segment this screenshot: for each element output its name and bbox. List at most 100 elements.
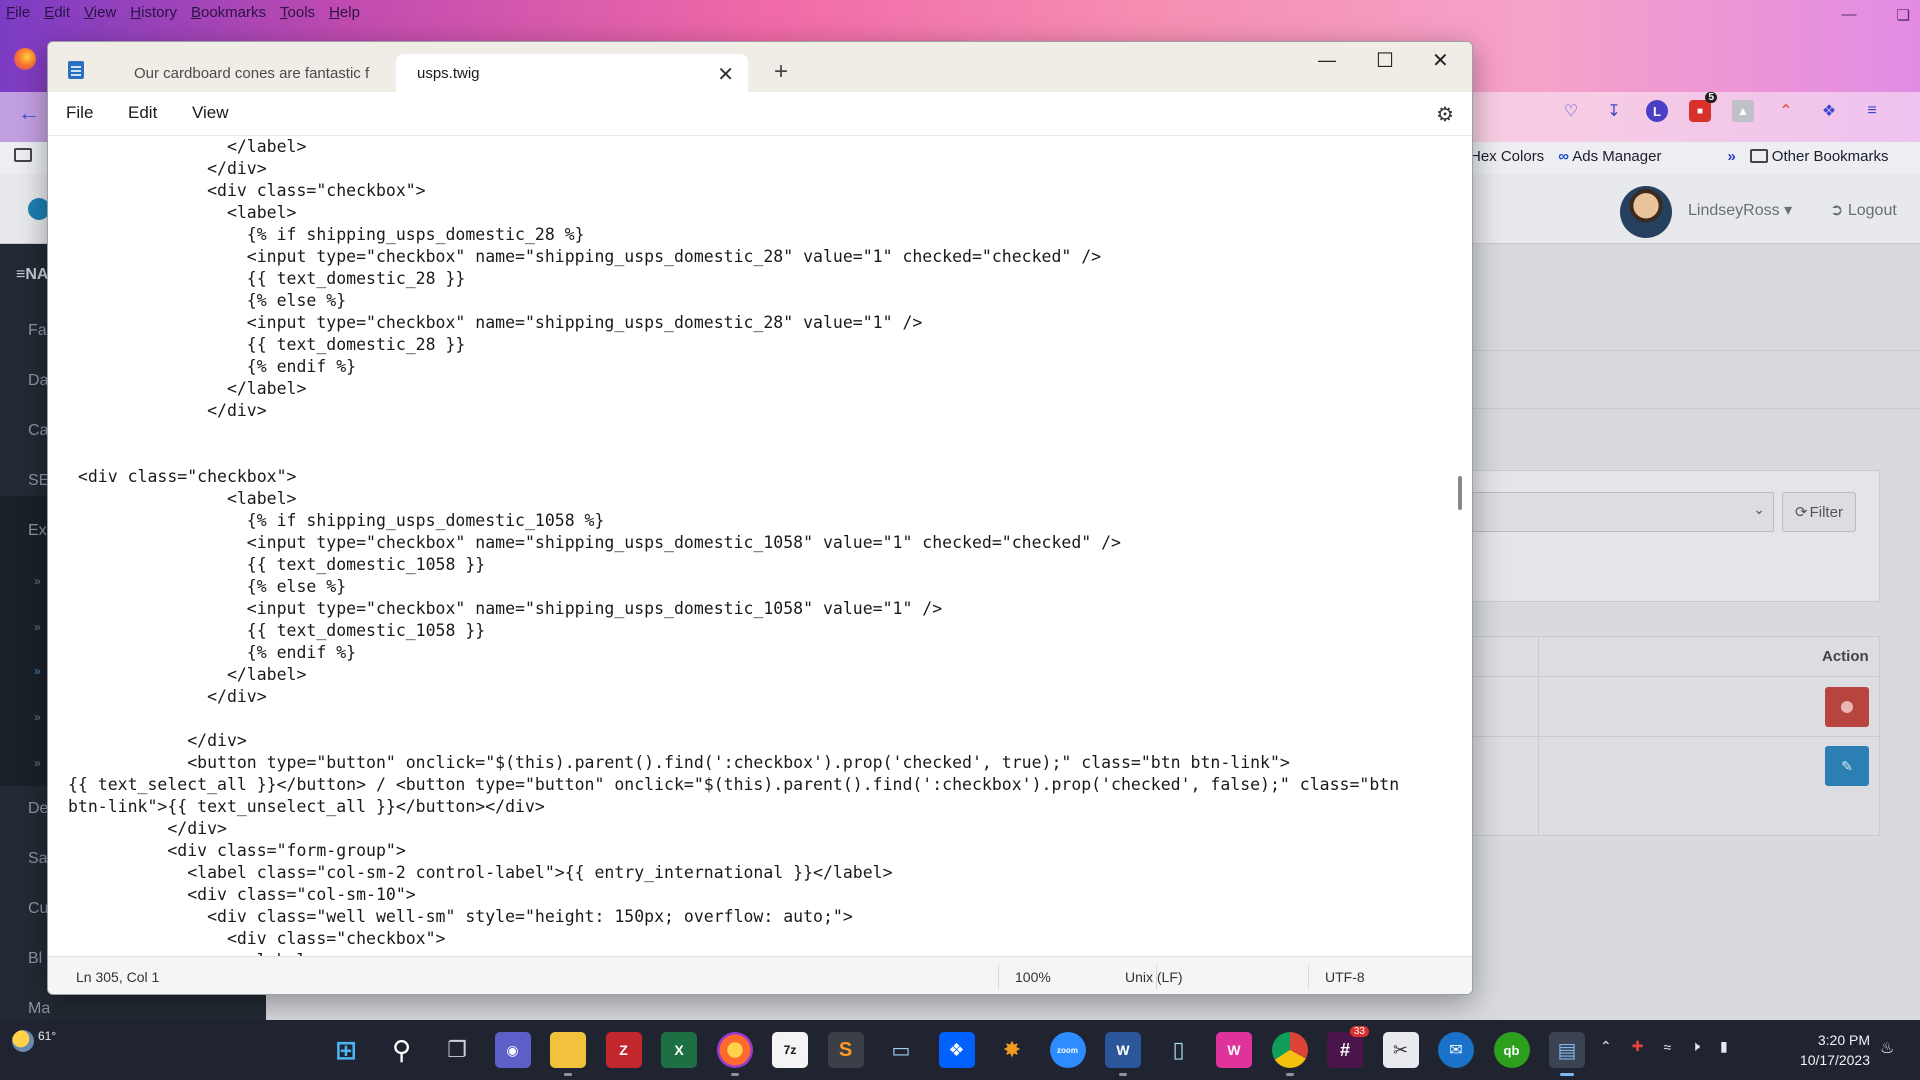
zoom-icon[interactable]: zoom (1049, 1032, 1086, 1068)
sidebar-item[interactable]: De (28, 800, 48, 818)
gimp-icon[interactable]: ✸ (994, 1032, 1030, 1068)
notepad-icon[interactable]: ▤ (1549, 1032, 1585, 1076)
firefox-menu-history[interactable]: History (130, 4, 177, 21)
firefox-icon[interactable] (716, 1032, 753, 1076)
volume-icon[interactable]: 🕨 (1691, 1038, 1700, 1055)
status-divider (998, 965, 999, 989)
sidebar-item[interactable]: Ma (28, 1000, 50, 1018)
vertical-scrollbar-thumb[interactable] (1458, 476, 1462, 510)
sidebar-item[interactable]: Da (28, 372, 48, 390)
firefox-menu-tools[interactable]: Tools (280, 4, 315, 21)
clock[interactable]: 3:20 PM 10/17/2023 (1780, 1030, 1870, 1070)
bookmark-hex-colors[interactable]: Hex Colors (1470, 148, 1544, 165)
settings-gear-icon[interactable]: ⚙ (1436, 102, 1454, 127)
firefox-minimize-icon[interactable]: — (1842, 6, 1857, 24)
firefox-menu-edit[interactable]: Edit (44, 4, 70, 21)
avatar[interactable] (1620, 186, 1672, 238)
logout-link[interactable]: ➲ Logout (1830, 200, 1897, 220)
firefox-menu-file[interactable]: File (6, 4, 30, 21)
code-line: {{ text_domestic_28 }} (68, 335, 466, 354)
hamburger-menu-icon[interactable]: ≡ (1861, 100, 1883, 122)
card-app-icon[interactable]: ▭ (883, 1032, 919, 1068)
sidebar-item[interactable]: Cu (28, 900, 48, 918)
chrome-icon[interactable] (1271, 1032, 1308, 1076)
dropbox-icon[interactable]: ❖ (938, 1032, 975, 1068)
filter-button[interactable]: ⟳ Filter (1782, 492, 1856, 532)
firefox-menu-bookmarks[interactable]: Bookmarks (191, 4, 266, 21)
firefox-menu-view[interactable]: View (84, 4, 116, 21)
tab-unsaved-document[interactable]: Our cardboard cones are fantastic f (114, 54, 444, 92)
firefox-restore-icon[interactable]: ❏ (1897, 6, 1910, 24)
teams-chat-icon[interactable]: ◉ (494, 1032, 531, 1068)
search-icon[interactable]: ⚲ (384, 1032, 420, 1068)
tab-usps-twig[interactable]: usps.twig ✕ (396, 54, 748, 92)
word-icon[interactable]: W (1105, 1032, 1141, 1076)
notes-app-icon[interactable]: ▯ (1161, 1032, 1197, 1068)
sidebar-subitem-chevron-icon[interactable]: » (34, 620, 41, 634)
sidebar-item[interactable]: Fa (28, 322, 47, 340)
sidebar-subitem-chevron-icon[interactable]: » (34, 574, 41, 588)
minimize-icon[interactable]: — (1318, 50, 1336, 71)
battery-icon[interactable]: ▮ (1720, 1038, 1728, 1055)
sidebar-item[interactable]: Ex (28, 522, 47, 540)
windows-start-icon[interactable]: ⊞ (328, 1032, 364, 1068)
security-icon[interactable]: ✚ (1632, 1038, 1644, 1055)
thunderbird-icon[interactable]: ✉ (1438, 1032, 1474, 1068)
sidebar-subitem-chevron-icon[interactable]: » (34, 710, 41, 724)
close-tab-icon[interactable]: ✕ (717, 62, 734, 87)
sublime-text-icon[interactable]: S (827, 1032, 864, 1068)
bookmarks-overflow-icon[interactable]: » (1727, 148, 1735, 165)
cursor-position: Ln 305, Col 1 (76, 969, 160, 985)
code-text[interactable]: </label> </div> <div class="checkbox"> <… (68, 136, 1399, 956)
new-tab-plus-icon[interactable]: + (774, 58, 788, 86)
maximize-icon[interactable]: ☐ (1376, 48, 1394, 73)
back-arrow-icon[interactable]: ← (18, 100, 40, 126)
notepad-window: Our cardboard cones are fantastic f usps… (47, 41, 1473, 995)
code-line: <input type="checkbox" name="shipping_us… (68, 599, 943, 618)
file-explorer-icon[interactable] (550, 1032, 586, 1076)
close-window-icon[interactable]: ✕ (1432, 48, 1449, 73)
pocket-icon[interactable]: ♡ (1560, 100, 1582, 122)
todo-extension-icon[interactable]: ■ 5 (1689, 92, 1717, 122)
sidebar-item[interactable]: Ca (28, 422, 48, 440)
7zip-icon[interactable]: 7z (772, 1032, 808, 1068)
text-editor-area[interactable]: </label> </div> <div class="checkbox"> <… (48, 136, 1472, 956)
menu-view[interactable]: View (192, 103, 229, 123)
zoom-level[interactable]: 100% (1015, 969, 1051, 985)
sidebar-item[interactable]: Bl (28, 950, 42, 968)
wampserver-icon[interactable]: W (1216, 1032, 1252, 1068)
download-icon[interactable]: ↧ (1603, 100, 1625, 122)
snipping-tool-icon[interactable]: ✂ (1382, 1032, 1419, 1068)
wifi-icon[interactable]: ≈ (1663, 1039, 1671, 1055)
encoding[interactable]: UTF-8 (1325, 969, 1365, 985)
sidebar-nav-title[interactable]: ≡NA (16, 266, 48, 284)
sidebar-subitem-chevron-icon[interactable]: » (34, 756, 41, 770)
extensions-puzzle-icon[interactable]: ❖ (1818, 100, 1840, 122)
grey-extension-icon[interactable]: ▲ (1732, 100, 1754, 122)
line-endings[interactable]: Unix (LF) (1125, 969, 1183, 985)
menu-edit[interactable]: Edit (128, 103, 157, 123)
firefox-menu-help[interactable]: Help (329, 4, 360, 21)
bookmark-folder-icon[interactable] (14, 148, 32, 162)
user-menu[interactable]: LindseyRoss ▾ (1688, 200, 1792, 220)
edit-button[interactable]: ✎ (1825, 746, 1869, 786)
menu-file[interactable]: File (66, 103, 93, 123)
sidebar-item[interactable]: Sa (28, 850, 48, 868)
rainbow-extension-icon[interactable]: ⌃ (1775, 100, 1797, 122)
sidebar-subitem-chevron-icon[interactable]: » (34, 664, 41, 678)
bookmark-other-bookmarks[interactable]: Other Bookmarks (1749, 148, 1889, 165)
l-extension-icon[interactable]: L (1646, 100, 1668, 122)
slack-icon[interactable]: #33 (1327, 1026, 1369, 1068)
bookmark-ads-manager[interactable]: ∞ Ads Manager (1558, 148, 1661, 165)
quickbooks-icon[interactable]: qb (1493, 1032, 1530, 1068)
chevron-up-icon[interactable]: ⌃ (1600, 1038, 1612, 1055)
excel-icon[interactable]: X (661, 1032, 697, 1068)
weather-widget[interactable]: 61° (12, 1029, 56, 1052)
filter-select[interactable]: ⌄ (1470, 492, 1774, 532)
running-indicator (1285, 1073, 1294, 1076)
task-view-icon[interactable]: ❐ (439, 1032, 475, 1068)
delete-button[interactable] (1825, 687, 1869, 727)
notification-bell-icon[interactable]: ♨ (1880, 1038, 1894, 1058)
code-line: </div> (68, 819, 227, 838)
filezilla-icon[interactable]: Z (605, 1032, 642, 1068)
